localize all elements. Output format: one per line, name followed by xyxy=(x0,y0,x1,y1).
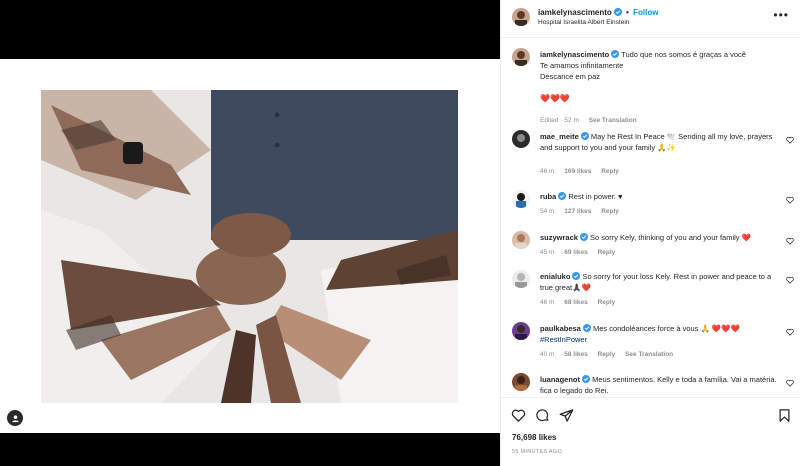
caption-line: Te amamos infinitamente xyxy=(540,61,624,70)
media-area xyxy=(0,0,500,466)
avatar[interactable] xyxy=(512,48,530,66)
comment-meta: 40 m 58 likes Reply See Translation xyxy=(540,351,681,358)
like-comment-heart-icon[interactable] xyxy=(786,328,794,336)
reply-button[interactable]: Reply xyxy=(601,208,619,215)
comment-meta: 46 m 169 likes Reply xyxy=(540,168,627,175)
avatar[interactable] xyxy=(512,322,530,340)
verified-badge-icon xyxy=(582,324,591,332)
comment-meta: 45 m 69 likes Reply xyxy=(540,249,623,256)
avatar[interactable] xyxy=(512,8,530,26)
instagram-post-modal: iamkelynascimento • Follow Hospital Isra… xyxy=(0,0,800,466)
post-author-username[interactable]: iamkelynascimento xyxy=(538,8,612,17)
reply-button[interactable]: Reply xyxy=(598,351,616,358)
comment-time: 45 m xyxy=(540,249,555,256)
comment-username[interactable]: enialuko xyxy=(540,272,570,281)
see-translation-link[interactable]: See Translation xyxy=(625,351,673,358)
comment-time: 54 m xyxy=(540,208,555,215)
follow-button[interactable]: Follow xyxy=(633,8,658,17)
comment-body: So sorry Kely, thinking of you and your … xyxy=(590,233,751,242)
hashtag-link[interactable]: #RestInPower xyxy=(540,335,587,344)
comment-text: paulkabesa Mes condoléances force à vous… xyxy=(540,323,780,345)
verified-badge-icon xyxy=(572,272,581,280)
post-actions: 76,698 likes 55 MINUTES AGO xyxy=(501,397,800,466)
comment-meta: 54 m 127 likes Reply xyxy=(540,208,627,215)
comment-time: 46 m xyxy=(540,299,555,306)
post-header: iamkelynascimento • Follow Hospital Isra… xyxy=(501,0,800,38)
comment-icon[interactable] xyxy=(535,408,550,423)
more-options-button[interactable]: ••• xyxy=(773,9,789,21)
verified-badge-icon xyxy=(558,192,567,200)
verified-badge-icon xyxy=(582,375,591,383)
avatar[interactable] xyxy=(512,190,530,208)
caption-text: iamkelynascimento Tudo que nos somos é g… xyxy=(540,49,780,104)
heart-icon[interactable] xyxy=(511,408,526,423)
comment-text: luanagenot Meus sentimentos. Kelly e tod… xyxy=(540,374,780,396)
post-photo[interactable] xyxy=(41,90,458,403)
caption-username[interactable]: iamkelynascimento xyxy=(540,50,609,59)
comment-time: 46 m xyxy=(540,168,555,175)
edited-label: Edited xyxy=(540,117,559,124)
comment-username[interactable]: ruba xyxy=(540,192,556,201)
bookmark-icon[interactable] xyxy=(777,408,792,423)
post-timestamp: 55 MINUTES AGO xyxy=(512,449,563,455)
like-comment-heart-icon[interactable] xyxy=(786,276,794,284)
like-comment-heart-icon[interactable] xyxy=(786,379,794,387)
comment-text: suzywrack So sorry Kely, thinking of you… xyxy=(540,232,780,243)
comment-likes[interactable]: 127 likes xyxy=(564,208,591,215)
reply-button[interactable]: Reply xyxy=(601,168,619,175)
comment-likes[interactable]: 169 likes xyxy=(564,168,591,175)
avatar[interactable] xyxy=(512,270,530,288)
comment-text: mae_meite May he Rest In Peace 🕊️ Sendin… xyxy=(540,131,780,153)
comment-username[interactable]: luanagenot xyxy=(540,375,580,384)
avatar[interactable] xyxy=(512,373,530,391)
see-translation-link[interactable]: See Translation xyxy=(589,117,637,124)
post-location[interactable]: Hospital Israelita Albert Einstein xyxy=(538,19,629,26)
like-comment-heart-icon[interactable] xyxy=(786,136,794,144)
comments-list: iamkelynascimento Tudo que nos somos é g… xyxy=(501,39,800,397)
verified-badge-icon xyxy=(580,132,589,140)
comment-text: ruba Rest in power. ♥ xyxy=(540,191,780,202)
comment-body: Rest in power. ♥ xyxy=(568,192,623,201)
comment-username[interactable]: mae_meite xyxy=(540,132,579,141)
avatar[interactable] xyxy=(512,130,530,148)
reply-button[interactable]: Reply xyxy=(598,299,616,306)
caption-line: Tudo que nos somos é graças a você xyxy=(621,50,746,59)
post-side-panel: iamkelynascimento • Follow Hospital Isra… xyxy=(500,0,800,466)
media-canvas xyxy=(0,59,500,433)
like-comment-heart-icon[interactable] xyxy=(786,196,794,204)
caption-meta: Edited · 52 m See Translation xyxy=(540,117,637,124)
verified-badge-icon xyxy=(611,50,620,58)
comment-text: enialuko So sorry for your loss Kely. Re… xyxy=(540,271,780,293)
caption-line: Descance em paz xyxy=(540,72,601,81)
comment-username[interactable]: suzywrack xyxy=(540,233,578,242)
user-tag-icon xyxy=(11,414,19,422)
share-icon[interactable] xyxy=(559,408,574,423)
likes-count[interactable]: 76,698 likes xyxy=(512,433,556,442)
caption-time: 52 m xyxy=(564,117,579,124)
comment-body: Mes condoléances force à vous 🙏 ❤️❤️❤️ xyxy=(592,324,740,333)
comment-meta: 46 m 68 likes Reply xyxy=(540,299,623,306)
comment-likes[interactable]: 58 likes xyxy=(564,351,588,358)
user-tag-button[interactable] xyxy=(7,410,23,426)
comment-username[interactable]: paulkabesa xyxy=(540,324,581,333)
verified-badge-icon xyxy=(579,233,588,241)
comment-likes[interactable]: 69 likes xyxy=(564,249,588,256)
reply-button[interactable]: Reply xyxy=(598,249,616,256)
verified-badge-icon xyxy=(613,8,622,16)
separator-dot: • xyxy=(626,8,629,17)
caption-hearts: ❤️❤️❤️ xyxy=(540,94,570,103)
avatar[interactable] xyxy=(512,231,530,249)
like-comment-heart-icon[interactable] xyxy=(786,237,794,245)
comment-time: 40 m xyxy=(540,351,555,358)
comment-likes[interactable]: 68 likes xyxy=(564,299,588,306)
